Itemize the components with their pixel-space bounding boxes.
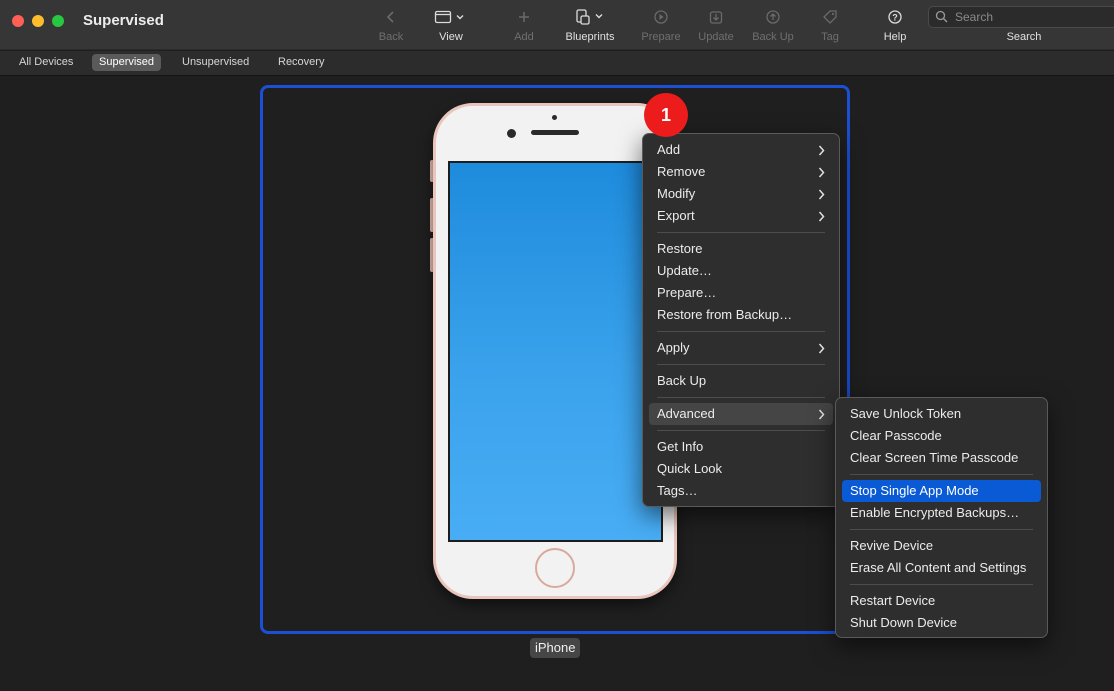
plus-icon xyxy=(519,12,529,22)
blueprints-button[interactable]: Blueprints xyxy=(555,6,625,43)
menu-separator xyxy=(850,529,1033,530)
prepare-icon xyxy=(654,10,668,24)
menu-item-restore-from-backup[interactable]: Restore from Backup… xyxy=(649,304,833,326)
menu-item-shut-down-device[interactable]: Shut Down Device xyxy=(842,612,1041,634)
phone-sensor xyxy=(552,115,557,120)
chevron-right-icon xyxy=(818,409,825,420)
view-button[interactable]: View xyxy=(416,6,486,43)
menu-item-label: Modify xyxy=(657,186,696,201)
zoom-window-button[interactable] xyxy=(52,15,64,27)
phone-screen xyxy=(448,161,663,542)
menu-item-restart-device[interactable]: Restart Device xyxy=(842,590,1041,612)
help-button[interactable]: ? Help xyxy=(860,6,930,43)
menu-item-apply[interactable]: Apply xyxy=(649,337,833,359)
search-icon xyxy=(935,10,948,23)
menu-item-enable-encrypted-backups[interactable]: Enable Encrypted Backups… xyxy=(842,502,1041,524)
menu-separator xyxy=(850,584,1033,585)
menu-item-clear-screen-time-passcode[interactable]: Clear Screen Time Passcode xyxy=(842,447,1041,469)
menu-separator xyxy=(657,364,825,365)
menu-item-save-unlock-token[interactable]: Save Unlock Token xyxy=(842,403,1041,425)
chevron-right-icon xyxy=(818,189,825,200)
menu-separator xyxy=(657,430,825,431)
phone-home-button xyxy=(535,548,575,588)
chevron-right-icon xyxy=(818,167,825,178)
menu-item-tags[interactable]: Tags… xyxy=(649,480,833,502)
step-badge: 1 xyxy=(644,93,688,137)
advanced-submenu: Save Unlock Token Clear Passcode Clear S… xyxy=(835,397,1048,638)
window-icon xyxy=(434,10,464,24)
chevron-right-icon xyxy=(818,343,825,354)
menu-item-add[interactable]: Add xyxy=(649,139,833,161)
minimize-window-button[interactable] xyxy=(32,15,44,27)
window-toolbar: Supervised Back View Add Blueprints Prep… xyxy=(0,0,1114,50)
menu-separator xyxy=(657,232,825,233)
tag-button[interactable]: Tag xyxy=(795,6,865,43)
phone-speaker xyxy=(531,130,579,135)
device-context-menu: Add Remove Modify Export Restore Update…… xyxy=(642,133,840,507)
tab-unsupervised[interactable]: Unsupervised xyxy=(175,54,256,71)
menu-item-modify[interactable]: Modify xyxy=(649,183,833,205)
add-label: Add xyxy=(514,31,534,43)
close-window-button[interactable] xyxy=(12,15,24,27)
view-label: View xyxy=(439,31,463,43)
menu-item-label: Apply xyxy=(657,340,690,355)
update-icon xyxy=(709,11,723,24)
tag-icon xyxy=(823,10,837,24)
menu-separator xyxy=(850,474,1033,475)
tab-all-devices[interactable]: All Devices xyxy=(12,54,80,71)
blueprints-label: Blueprints xyxy=(565,31,615,43)
device-name-label[interactable]: iPhone xyxy=(530,638,581,658)
menu-item-label: Remove xyxy=(657,164,706,179)
chevron-right-icon xyxy=(818,145,825,156)
menu-item-label: Export xyxy=(657,208,695,223)
menu-separator xyxy=(657,397,825,398)
menu-item-remove[interactable]: Remove xyxy=(649,161,833,183)
search-input[interactable] xyxy=(955,9,1105,25)
phone-camera xyxy=(507,129,516,138)
menu-separator xyxy=(657,331,825,332)
tag-label: Tag xyxy=(821,31,839,43)
menu-item-erase-all-content[interactable]: Erase All Content and Settings xyxy=(842,557,1041,579)
tab-supervised[interactable]: Supervised xyxy=(92,54,162,71)
menu-item-get-info[interactable]: Get Info xyxy=(649,436,833,458)
menu-item-export[interactable]: Export xyxy=(649,205,833,227)
menu-item-back-up[interactable]: Back Up xyxy=(649,370,833,392)
menu-item-advanced[interactable]: Advanced xyxy=(649,403,833,425)
menu-item-revive-device[interactable]: Revive Device xyxy=(842,535,1041,557)
blueprint-icon xyxy=(576,9,603,25)
menu-item-label: Add xyxy=(657,142,681,157)
chevron-left-icon xyxy=(386,11,394,23)
menu-item-prepare[interactable]: Prepare… xyxy=(649,282,833,304)
search-field[interactable] xyxy=(928,6,1114,28)
help-label: Help xyxy=(883,31,907,43)
menu-item-stop-single-app-mode[interactable]: Stop Single App Mode xyxy=(842,480,1041,502)
menu-item-clear-passcode[interactable]: Clear Passcode xyxy=(842,425,1041,447)
menu-item-update[interactable]: Update… xyxy=(649,260,833,282)
menu-item-label: Advanced xyxy=(657,406,715,421)
svg-text:?: ? xyxy=(892,13,898,23)
chevron-right-icon xyxy=(818,211,825,222)
window-title: Supervised xyxy=(83,12,164,29)
menu-item-quick-look[interactable]: Quick Look xyxy=(649,458,833,480)
menu-item-restore[interactable]: Restore xyxy=(649,238,833,260)
scope-bar: All Devices Supervised Unsupervised Reco… xyxy=(0,51,1114,76)
tab-recovery[interactable]: Recovery xyxy=(271,54,331,71)
help-icon: ? xyxy=(888,10,902,24)
add-button[interactable]: Add xyxy=(489,6,559,43)
search-label: Search xyxy=(1006,31,1042,43)
backup-icon xyxy=(766,10,780,24)
